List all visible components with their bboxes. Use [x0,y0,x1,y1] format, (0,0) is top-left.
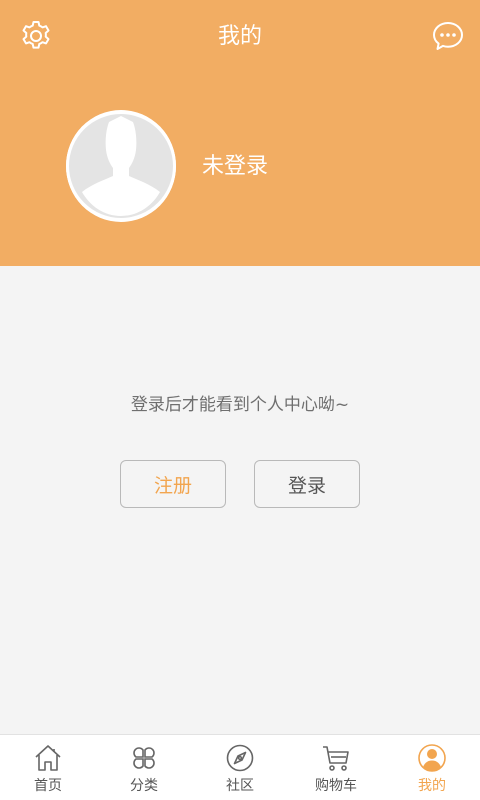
tab-cart-label: 购物车 [315,778,357,794]
username-label: 未登录 [202,154,269,179]
profile-page: 我的 未登录 登录后才能看到个人中心呦~ 注册 登录 首页 分类 社区 购物车 … [0,0,480,800]
tab-category-label: 分类 [130,778,158,794]
avatar[interactable] [66,110,176,222]
chat-bubble-icon [433,22,463,50]
tab-home-label: 首页 [34,778,62,794]
tab-mine-label: 我的 [418,778,446,794]
login-button[interactable]: 登录 [254,460,360,508]
tab-community-label: 社区 [226,778,254,794]
login-hint: 登录后才能看到个人中心呦~ [130,395,350,415]
register-button[interactable]: 注册 [120,460,226,508]
page-title: 我的 [217,24,262,49]
tab-community[interactable]: 社区 [192,735,288,800]
tab-mine[interactable]: 我的 [384,735,480,800]
bottom-tab-bar: 首页 分类 社区 购物车 我的 [0,734,480,800]
home-icon [35,745,61,771]
top-bar: 我的 [0,0,480,72]
user-icon [418,744,446,772]
default-user-avatar [66,110,176,222]
cart-icon [323,746,349,771]
tab-cart[interactable]: 购物车 [288,735,384,800]
compass-icon [226,744,254,772]
tab-home[interactable]: 首页 [0,735,96,800]
category-icon [133,747,155,769]
tab-category[interactable]: 分类 [96,735,192,800]
messages-button[interactable] [430,18,466,54]
profile-header: 我的 未登录 [0,0,480,266]
